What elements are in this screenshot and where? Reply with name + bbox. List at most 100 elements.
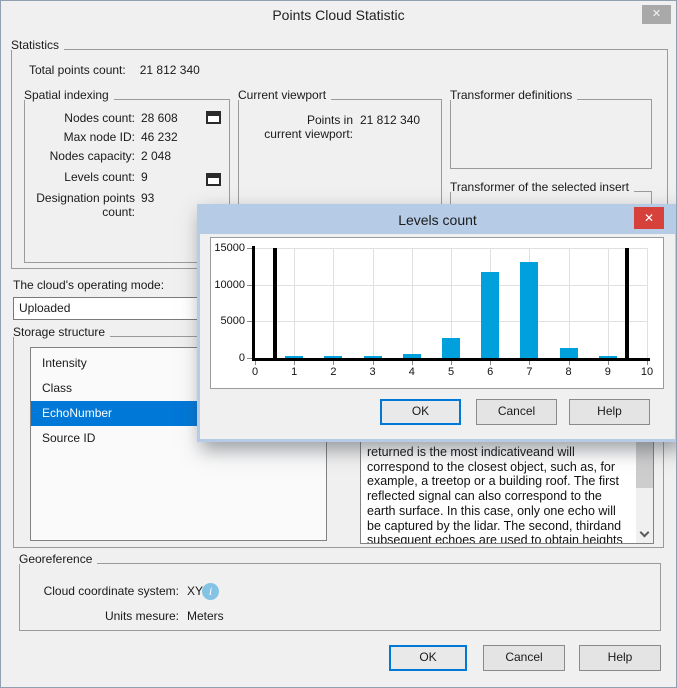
georeference-body: Cloud coordinate system: XYZ Units mesur… [19, 564, 661, 631]
bar-level-6 [481, 272, 499, 358]
gridline-x [294, 248, 295, 358]
spatial-stat-row: Designation points count:93 [33, 191, 203, 219]
bar-level-8 [560, 348, 578, 358]
x-tick-label: 2 [318, 366, 348, 378]
coordinate-system-value: XYZ [187, 584, 660, 598]
total-points-row: Total points count: 21 812 340 [29, 63, 200, 77]
spatial-stat-value: 2 048 [141, 149, 203, 163]
echo-description-text: returned is the most indicativeand will … [367, 445, 629, 544]
x-tick-label: 4 [397, 366, 427, 378]
y-tick [247, 285, 252, 286]
georeference-rows: Cloud coordinate system: XYZ Units mesur… [20, 564, 660, 623]
x-tick-label: 9 [593, 366, 623, 378]
spatial-stat-label: Nodes capacity: [33, 149, 135, 163]
bar-level-7 [520, 262, 538, 358]
ok-button[interactable]: OK [389, 645, 467, 671]
x-tick-label: 7 [514, 366, 544, 378]
range-marker-line [273, 248, 277, 358]
transformer-definitions-group: Transformer definitions [450, 89, 652, 169]
x-tick-label: 10 [632, 366, 662, 378]
levels-dialog-title: Levels count [398, 212, 477, 228]
spatial-stat-label: Max node ID: [33, 130, 135, 144]
open-histogram-window-icon[interactable] [206, 111, 221, 124]
spatial-stat-row: Nodes capacity: 2 048 [33, 149, 203, 163]
georeference-group: Georeference Cloud coordinate system: XY… [19, 553, 661, 631]
dialog-cancel-button[interactable]: Cancel [476, 399, 557, 425]
chevron-down-icon [640, 528, 650, 538]
gridline-x [608, 248, 609, 358]
x-tick-label: 0 [240, 366, 270, 378]
x-tick [373, 361, 374, 365]
spatial-stat-label: Nodes count: [33, 111, 135, 125]
cancel-button[interactable]: Cancel [483, 645, 565, 671]
spatial-stat-value: 28 608 [141, 111, 203, 125]
y-tick [247, 358, 252, 359]
y-tick-label: 15000 [211, 242, 245, 254]
viewport-points-value: 21 812 340 [360, 113, 420, 141]
gridline-x [569, 248, 570, 358]
gridline-x [412, 248, 413, 358]
x-tick [412, 361, 413, 365]
x-tick [451, 361, 452, 365]
x-tick [490, 361, 491, 365]
help-button[interactable]: Help [579, 645, 661, 671]
coordinate-system-label: Cloud coordinate system: [29, 584, 179, 598]
dialog-ok-button[interactable]: OK [380, 399, 461, 425]
levels-dialog-titlebar: Levels count ✕ [200, 207, 675, 234]
gridline-x [373, 248, 374, 358]
points-cloud-statistic-window: Points Cloud Statistic ✕ Statistics Tota… [0, 0, 677, 688]
x-tick [569, 361, 570, 365]
units-label: Units mesure: [29, 609, 179, 623]
operating-mode-label: The cloud's operating mode: [13, 278, 164, 292]
x-tick [333, 361, 334, 365]
x-tick-label: 5 [436, 366, 466, 378]
x-tick [529, 361, 530, 365]
range-marker-line [625, 248, 629, 358]
x-tick-label: 8 [554, 366, 584, 378]
y-tick-label: 10000 [211, 279, 245, 291]
group-rule [577, 89, 652, 100]
levels-count-dialog: Levels count ✕ 0123456789100500010000150… [197, 204, 677, 442]
y-tick-label: 5000 [211, 315, 245, 327]
spatial-indexing-rows: Nodes count: 28 608 Max node ID: 46 232 Node… [25, 100, 229, 219]
spatial-stat-value: 46 232 [141, 130, 203, 144]
group-rule [114, 89, 230, 100]
operating-mode-select[interactable]: Uploaded [13, 297, 198, 320]
y-tick [247, 248, 252, 249]
info-icon[interactable]: i [202, 583, 219, 600]
spatial-stat-label: Levels count: [33, 170, 135, 184]
units-row: Units mesure: Meters [29, 609, 660, 623]
group-rule [331, 89, 442, 100]
window-title: Points Cloud Statistic [272, 1, 404, 29]
spatial-stat-value: 9 [141, 170, 203, 184]
total-points-value: 21 812 340 [140, 63, 200, 77]
gridline-x [647, 248, 648, 358]
group-rule [97, 553, 661, 564]
y-tick [247, 321, 252, 322]
total-points-label: Total points count: [29, 63, 126, 77]
x-tick-label: 1 [279, 366, 309, 378]
transformer-definitions-body [450, 100, 652, 169]
levels-histogram: 012345678910050001000015000 [210, 237, 664, 389]
dialog-help-button[interactable]: Help [569, 399, 650, 425]
x-tick-label: 3 [358, 366, 388, 378]
gridline-x [333, 248, 334, 358]
viewport-points-label: Points in current viewport: [245, 113, 353, 141]
spatial-stat-row: Max node ID: 46 232 [33, 130, 203, 144]
x-tick [294, 361, 295, 365]
spatial-stat-row: Levels count: 9 [33, 170, 203, 184]
group-rule [634, 181, 652, 192]
group-rule [64, 39, 668, 50]
bar-level-5 [442, 338, 460, 358]
units-value: Meters [187, 609, 660, 623]
x-tick [647, 361, 648, 365]
close-icon[interactable]: ✕ [642, 5, 671, 24]
spatial-stat-row: Nodes count: 28 608 [33, 111, 203, 125]
viewport-points-row: Points in current viewport: 21 812 340 [239, 100, 441, 141]
open-histogram-window-icon[interactable] [206, 173, 221, 186]
y-axis [252, 246, 255, 361]
scrollbar-down-button[interactable] [636, 526, 653, 543]
x-tick-label: 6 [475, 366, 505, 378]
spatial-stat-label: Designation points count: [33, 191, 135, 219]
close-icon[interactable]: ✕ [634, 207, 664, 229]
